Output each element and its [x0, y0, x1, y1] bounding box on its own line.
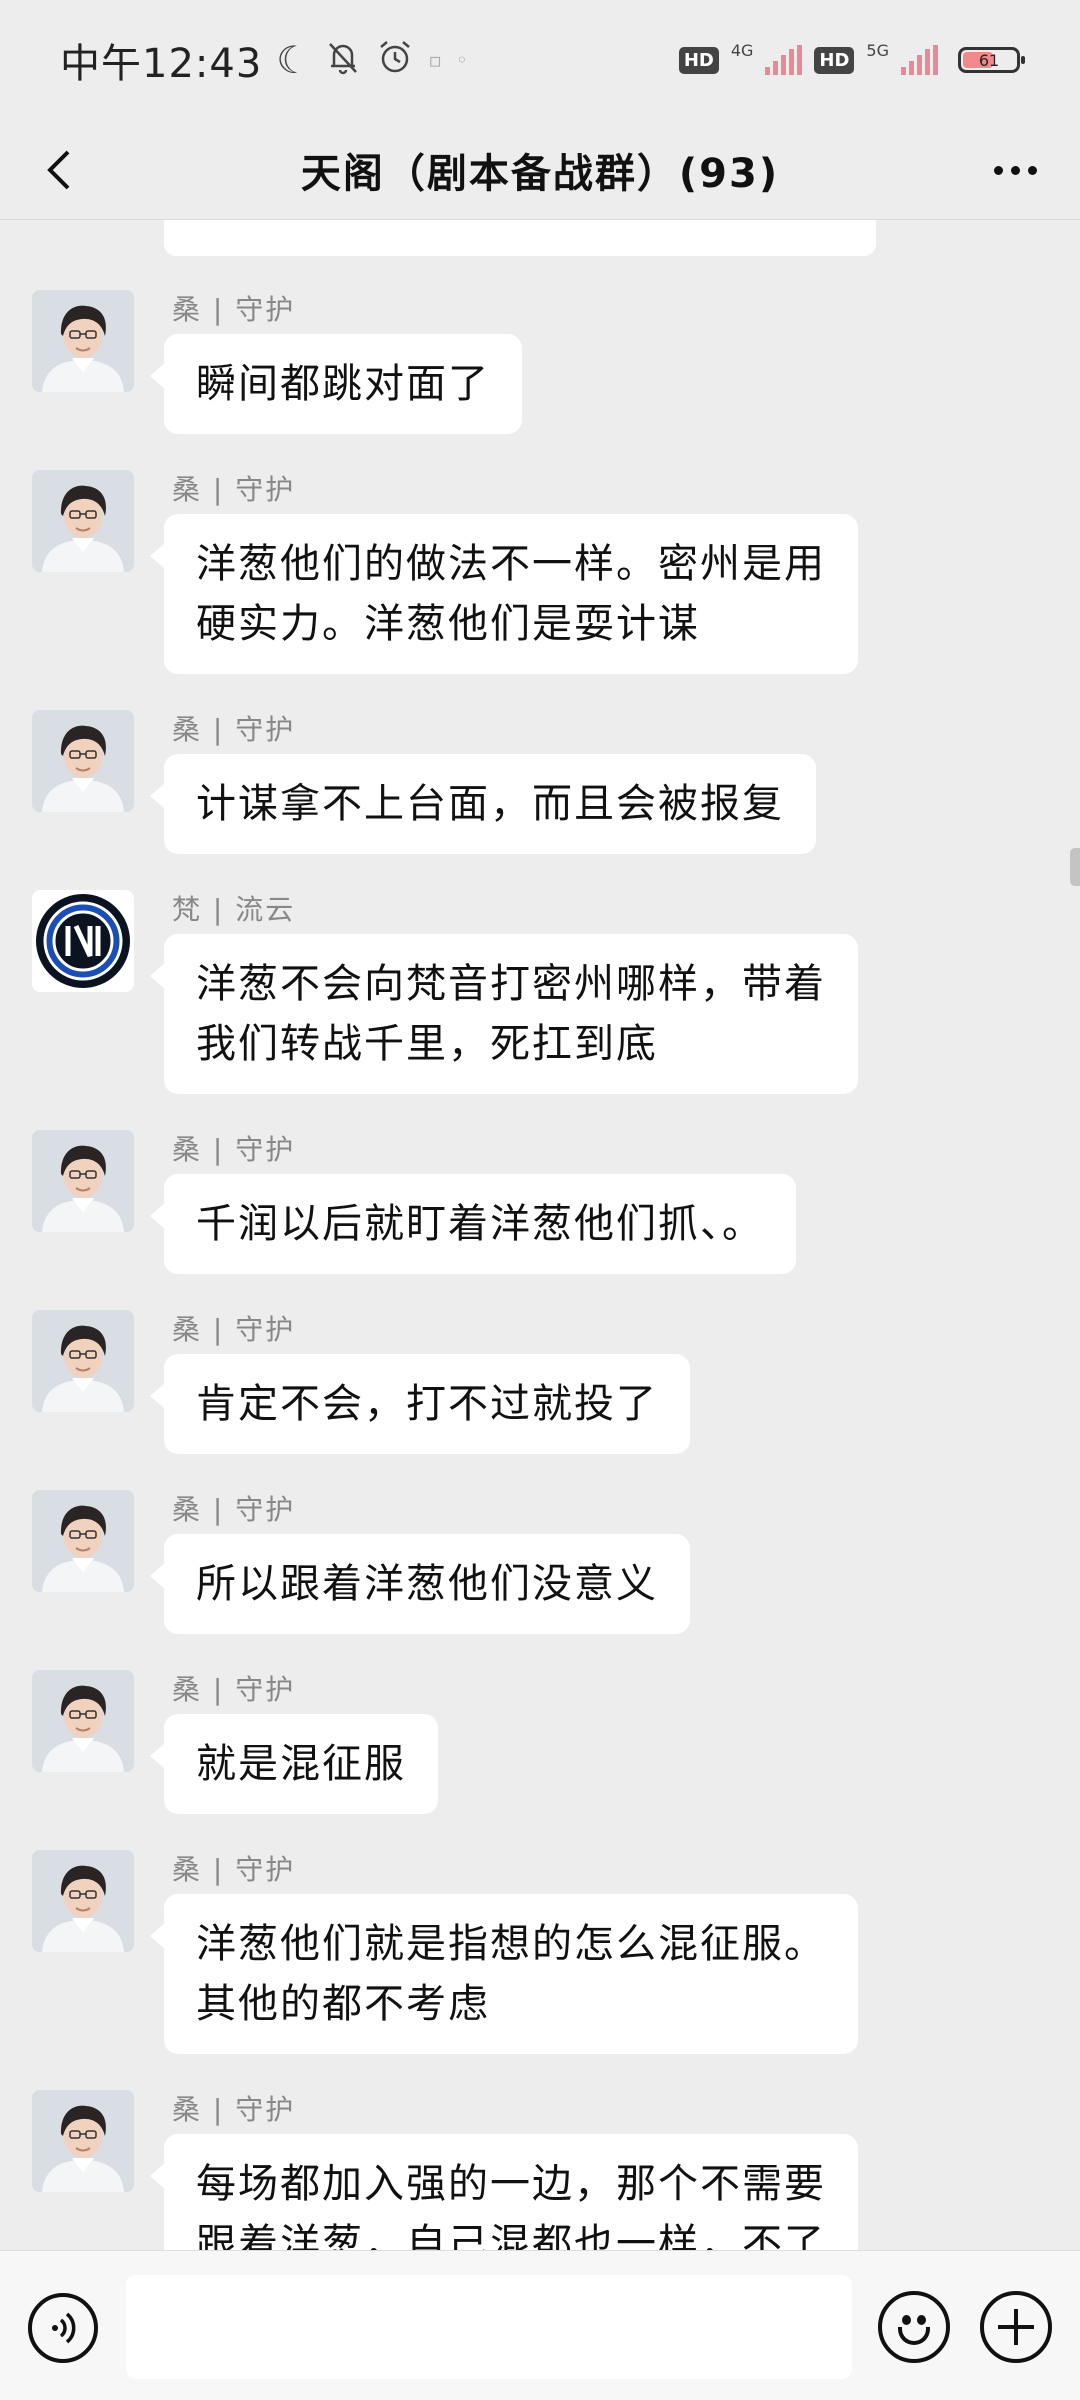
avatar[interactable]	[32, 470, 134, 572]
avatar[interactable]	[32, 1490, 134, 1592]
status-time: 中午12:43	[60, 41, 263, 87]
battery-icon: 61	[958, 47, 1025, 73]
avatar[interactable]	[32, 1850, 134, 1952]
cloud-icon: ◦	[455, 48, 468, 72]
sender-name: 桑 | 守护	[172, 473, 296, 506]
message-text-line: 硬实力。洋葱他们是耍计谋	[196, 601, 700, 647]
message-bubble[interactable]: 洋葱他们就是指想的怎么混征服。 其他的都不考虑	[150, 1894, 858, 2054]
sender-name: 梵 | 流云	[172, 893, 296, 926]
status-icons: ☾ ▫ ◦	[276, 38, 467, 82]
more-dot	[1010, 165, 1020, 175]
scrollbar[interactable]	[1070, 848, 1080, 886]
battery-level: 61	[978, 50, 1000, 70]
message-text-line: 其他的都不考虑	[196, 1981, 490, 2027]
hd-badge: HD	[814, 46, 855, 74]
avatar[interactable]	[32, 710, 134, 812]
voice-icon	[52, 2312, 76, 2344]
message-bubble[interactable]: 就是混征服	[150, 1714, 438, 1814]
message-text-line: 跟着洋葱，自己混都也一样，不了	[196, 2221, 826, 2250]
alarm-icon	[376, 38, 414, 82]
message-text-line: 每场都加入强的一边，那个不需要	[196, 2161, 826, 2207]
avatar[interactable]	[32, 290, 134, 392]
sender-name: 桑 | 守护	[172, 713, 296, 746]
avatar[interactable]	[32, 1310, 134, 1412]
signal-icon	[765, 45, 803, 75]
message-text-line: 洋葱他们的做法不一样。密州是用	[196, 541, 826, 587]
message-input[interactable]	[126, 2275, 852, 2379]
more-dot	[993, 165, 1003, 175]
chevron-left-icon	[47, 150, 70, 190]
avatar[interactable]	[32, 2090, 134, 2192]
message-text-line: 就是混征服	[196, 1741, 406, 1787]
message-bubble[interactable]: 洋葱不会向梵音打密州哪样，带着 我们转战千里，死扛到底	[150, 934, 858, 1094]
message-text-line: 所以跟着洋葱他们没意义	[196, 1561, 658, 1607]
image-icon: ▫	[428, 48, 442, 72]
sender-name: 桑 | 守护	[172, 2093, 296, 2126]
message-text-line: 洋葱不会向梵音打密州哪样，带着	[196, 961, 826, 1007]
message-text-line: 肯定不会，打不过就投了	[196, 1381, 658, 1427]
sender-name: 桑 | 守护	[172, 1313, 296, 1346]
page-title: 天阁（剧本备战群）(93)	[300, 150, 780, 197]
sender-name: 桑 | 守护	[172, 1133, 296, 1166]
avatar[interactable]	[32, 890, 134, 992]
message-text-line: 计谋拿不上台面，而且会被报复	[196, 781, 784, 827]
message-bubble[interactable]: 每场都加入强的一边，那个不需要跟着洋葱，自己混都也一样，不了	[150, 2134, 858, 2250]
network-label: 4G	[730, 41, 754, 60]
status-bar: 中午12:43 ☾ ▫ ◦ HD 4G HD 5G 61	[0, 0, 1080, 120]
message-text-line: 洋葱他们就是指想的怎么混征服。	[196, 1921, 826, 1967]
message-bubble[interactable]: 千润以后就盯着洋葱他们抓、。	[150, 1174, 796, 1274]
message-bubble-partial[interactable]	[164, 220, 876, 256]
nav-bar: 天阁（剧本备战群）(93)	[0, 120, 1080, 220]
message-bubble[interactable]: 洋葱他们的做法不一样。密州是用 硬实力。洋葱他们是耍计谋	[150, 514, 858, 674]
sender-name: 桑 | 守护	[172, 293, 296, 326]
back-button[interactable]	[30, 142, 86, 198]
message-bubble[interactable]: 瞬间都跳对面了	[150, 334, 522, 434]
more-options-button[interactable]	[980, 142, 1050, 198]
message-bubble[interactable]: 计谋拿不上台面，而且会被报复	[150, 754, 816, 854]
message-text-line: 我们转战千里，死扛到底	[196, 1021, 658, 1067]
status-right: HD 4G HD 5G 61	[678, 41, 1025, 75]
bell-off-icon	[324, 38, 362, 82]
network-label: 5G	[866, 41, 889, 60]
message-bubble[interactable]: 肯定不会，打不过就投了	[150, 1354, 690, 1454]
input-bar	[0, 2250, 1080, 2400]
signal-icon	[901, 45, 938, 75]
avatar[interactable]	[32, 1130, 134, 1232]
sender-name: 桑 | 守护	[172, 1673, 296, 1706]
voice-button[interactable]	[28, 2293, 98, 2363]
hd-badge: HD	[678, 46, 719, 74]
message-bubble[interactable]: 所以跟着洋葱他们没意义	[150, 1534, 690, 1634]
avatar[interactable]	[32, 1670, 134, 1772]
message-text-line: 千润以后就盯着洋葱他们抓、。	[196, 1201, 764, 1247]
emoji-button[interactable]	[878, 2291, 950, 2363]
message-list[interactable]: 桑 | 守护 瞬间都跳对面了桑 | 守护 洋葱他们的做法不一样。密州是用 硬实力。洋葱…	[0, 220, 1080, 2250]
sender-name: 桑 | 守护	[172, 1853, 296, 1886]
message-text-line: 瞬间都跳对面了	[196, 361, 490, 407]
plus-button[interactable]	[980, 2291, 1052, 2363]
more-dot	[1027, 165, 1037, 175]
moon-icon: ☾	[276, 38, 311, 82]
sender-name: 桑 | 守护	[172, 1493, 296, 1526]
